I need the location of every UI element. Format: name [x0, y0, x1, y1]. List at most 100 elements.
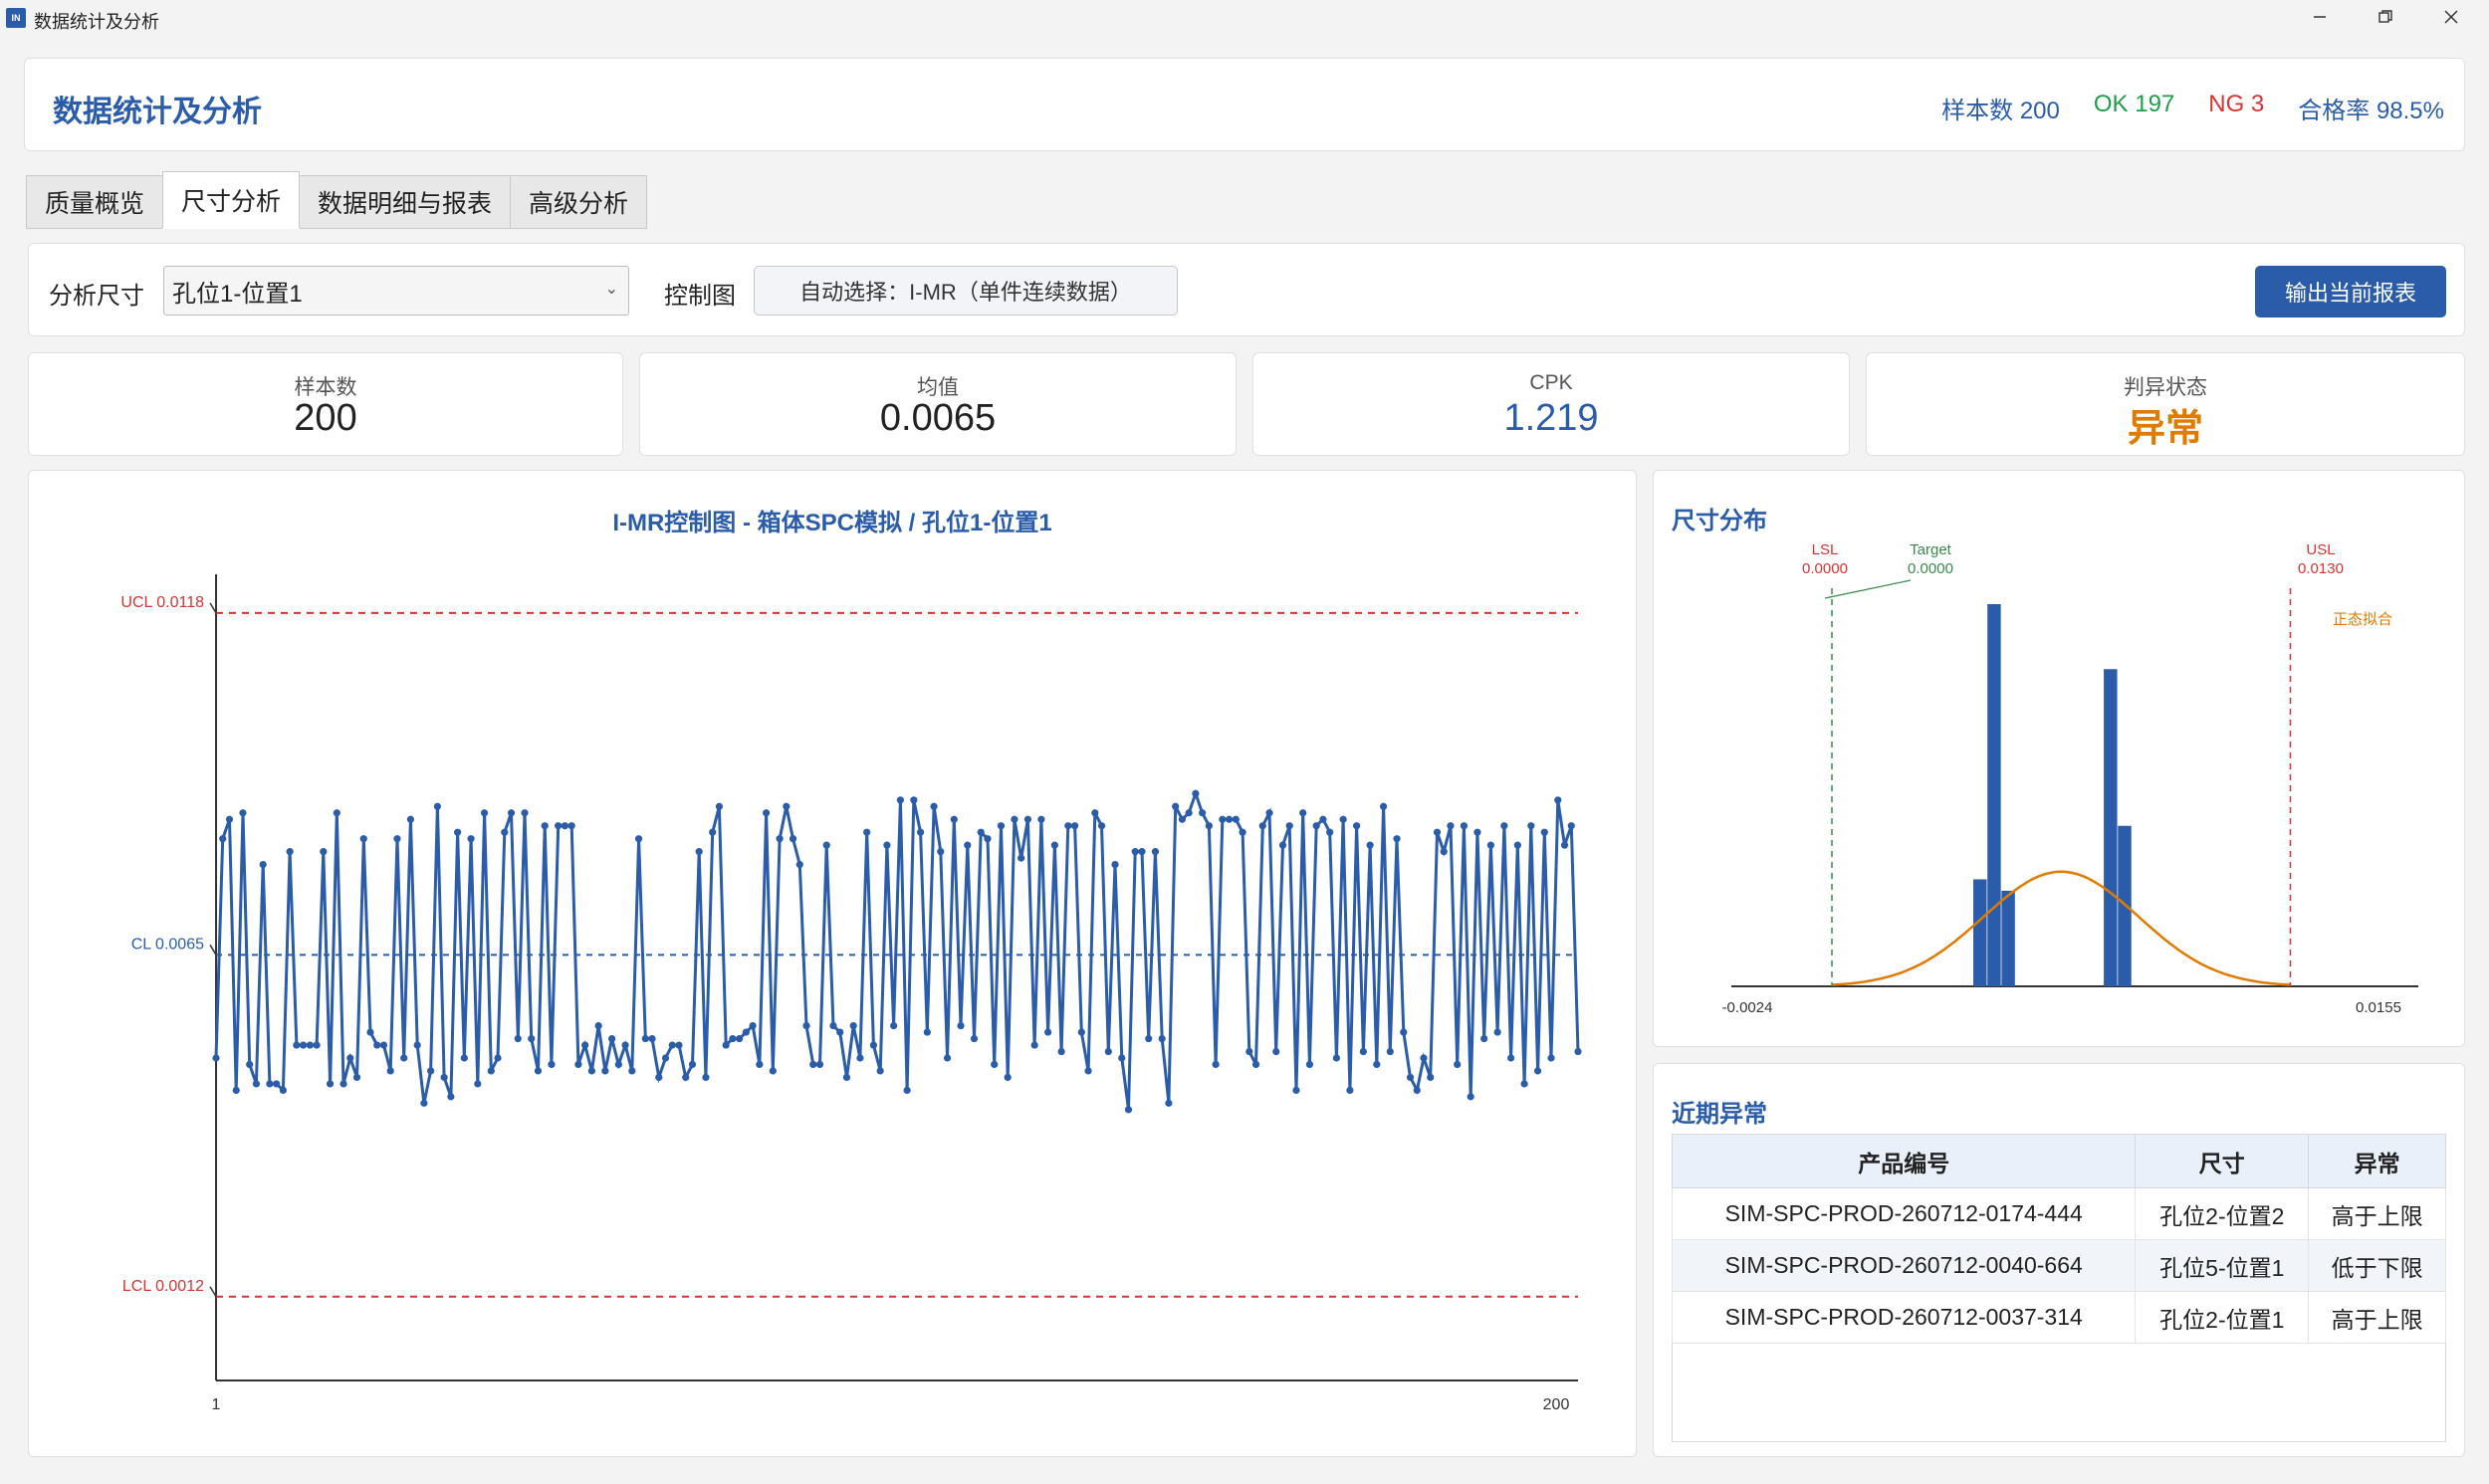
data-point: [1111, 861, 1119, 869]
data-point: [856, 1054, 864, 1062]
data-point: [1413, 1086, 1421, 1094]
dimension-select[interactable]: 孔位1-位置1 ⌄: [163, 266, 629, 316]
data-point: [413, 1041, 421, 1049]
data-point: [480, 809, 489, 817]
data-point: [661, 1054, 670, 1062]
column-header-product-id[interactable]: 产品编号: [1671, 1134, 2137, 1188]
data-point: [1104, 1047, 1112, 1056]
data-point: [587, 1067, 595, 1075]
data-point: [266, 1080, 274, 1088]
chevron-down-icon: ⌄: [604, 281, 618, 298]
individuals-series-line: [214, 788, 1580, 1110]
lsl-label: LSL: [1812, 541, 1839, 558]
data-point: [688, 1060, 697, 1069]
data-point: [447, 1093, 455, 1101]
data-point: [400, 1054, 408, 1062]
data-point: [440, 1073, 448, 1082]
data-point: [1467, 1093, 1474, 1101]
tab-dimension-analysis[interactable]: 尺寸分析: [162, 171, 301, 229]
data-point: [756, 1060, 764, 1069]
cell-anomaly: 高于上限: [2308, 1187, 2446, 1240]
x-tick-end: 200: [1543, 1396, 1570, 1413]
tab-quality-overview[interactable]: 质量概览: [26, 175, 164, 229]
window-title: 数据统计及分析: [34, 12, 159, 32]
minimize-icon[interactable]: [2290, 2, 2350, 32]
data-point: [802, 1022, 810, 1030]
data-point: [1533, 1067, 1542, 1075]
data-point: [1339, 815, 1347, 823]
data-point: [232, 1086, 240, 1094]
data-point: [930, 802, 938, 810]
data-point: [1366, 841, 1374, 849]
data-point: [333, 809, 340, 817]
data-point: [1373, 1060, 1381, 1069]
distribution-histogram: LSL 0.0000 Target 0.0000 USL 0.0130 正态拟合…: [1722, 541, 2418, 1016]
data-point: [567, 822, 575, 830]
data-point: [1292, 1086, 1300, 1094]
app-icon: IN: [6, 8, 26, 28]
data-point: [729, 1034, 737, 1043]
data-point: [668, 1041, 676, 1049]
data-point: [1138, 848, 1146, 856]
column-header-dimension[interactable]: 尺寸: [2135, 1134, 2310, 1188]
data-point: [1219, 815, 1227, 823]
chart-type-button[interactable]: 自动选择：I-MR（单件连续数据）: [754, 266, 1178, 316]
header-card: 数据统计及分析 样本数 200 OK 197 NG 3 合格率 98.5%: [24, 58, 2465, 151]
kpi-value: 0.0065: [879, 397, 997, 439]
data-point: [695, 848, 703, 856]
export-report-button[interactable]: 输出当前报表: [2255, 266, 2446, 318]
imr-control-chart: UCL 0.0118 CL 0.0065 LCL 0.0012 1 200: [120, 574, 1582, 1413]
data-point: [1319, 815, 1327, 823]
data-point: [1393, 835, 1401, 843]
data-point: [742, 1028, 750, 1036]
table-header-row: 产品编号 尺寸 异常: [1671, 1134, 2446, 1188]
data-point: [366, 1028, 374, 1036]
data-point: [903, 1086, 911, 1094]
data-point: [709, 828, 717, 836]
dist-x-min-label: -0.0024: [1722, 999, 1773, 1016]
data-point: [460, 1054, 468, 1062]
tab-data-details-report[interactable]: 数据明细与报表: [299, 175, 512, 229]
data-point: [454, 828, 462, 836]
data-point: [789, 835, 797, 843]
data-point: [1493, 1028, 1501, 1036]
data-point: [541, 822, 549, 830]
data-point: [352, 1073, 361, 1082]
cell-anomaly: 高于上限: [2308, 1291, 2446, 1344]
kpi-card-sample-count: 样本数 200: [28, 352, 623, 456]
data-point: [1386, 1047, 1394, 1056]
data-point: [1447, 822, 1455, 830]
data-point: [1454, 1060, 1462, 1069]
kpi-value: 200: [294, 397, 357, 439]
data-point: [259, 861, 267, 869]
window-titlebar: IN 数据统计及分析: [0, 0, 2489, 36]
data-point: [1346, 1086, 1354, 1094]
data-point: [487, 1067, 495, 1075]
data-point: [977, 828, 985, 836]
data-point: [1044, 1028, 1052, 1036]
data-point: [528, 1034, 536, 1043]
close-icon[interactable]: [2421, 2, 2481, 32]
dimension-label: 分析尺寸: [49, 283, 144, 310]
table-row[interactable]: SIM-SPC-PROD-260712-0174-444 孔位2-位置2 高于上…: [1671, 1187, 2446, 1240]
data-point: [474, 1080, 482, 1088]
data-point: [1178, 815, 1187, 823]
table-row[interactable]: SIM-SPC-PROD-260712-0040-664 孔位5-位置1 低于下…: [1671, 1239, 2446, 1292]
column-header-anomaly[interactable]: 异常: [2308, 1134, 2446, 1188]
data-point: [815, 1060, 824, 1069]
data-point: [675, 1041, 683, 1049]
tab-advanced-analysis[interactable]: 高级分析: [510, 175, 648, 229]
x-tick-start: 1: [212, 1396, 221, 1413]
data-point: [736, 1034, 744, 1043]
restore-icon[interactable]: [2356, 2, 2415, 32]
data-point: [641, 1034, 649, 1043]
dimension-select-value: 孔位1-位置1: [172, 280, 303, 308]
data-point: [521, 809, 529, 817]
table-row[interactable]: SIM-SPC-PROD-260712-0037-314 孔位2-位置1 高于上…: [1671, 1291, 2446, 1344]
data-point: [501, 828, 509, 836]
dist-x-max-label: 0.0155: [2356, 999, 2401, 1016]
data-point: [507, 809, 516, 817]
cell-anomaly: 低于下限: [2308, 1239, 2446, 1292]
data-point: [876, 1067, 884, 1075]
data-point: [1460, 822, 1469, 830]
